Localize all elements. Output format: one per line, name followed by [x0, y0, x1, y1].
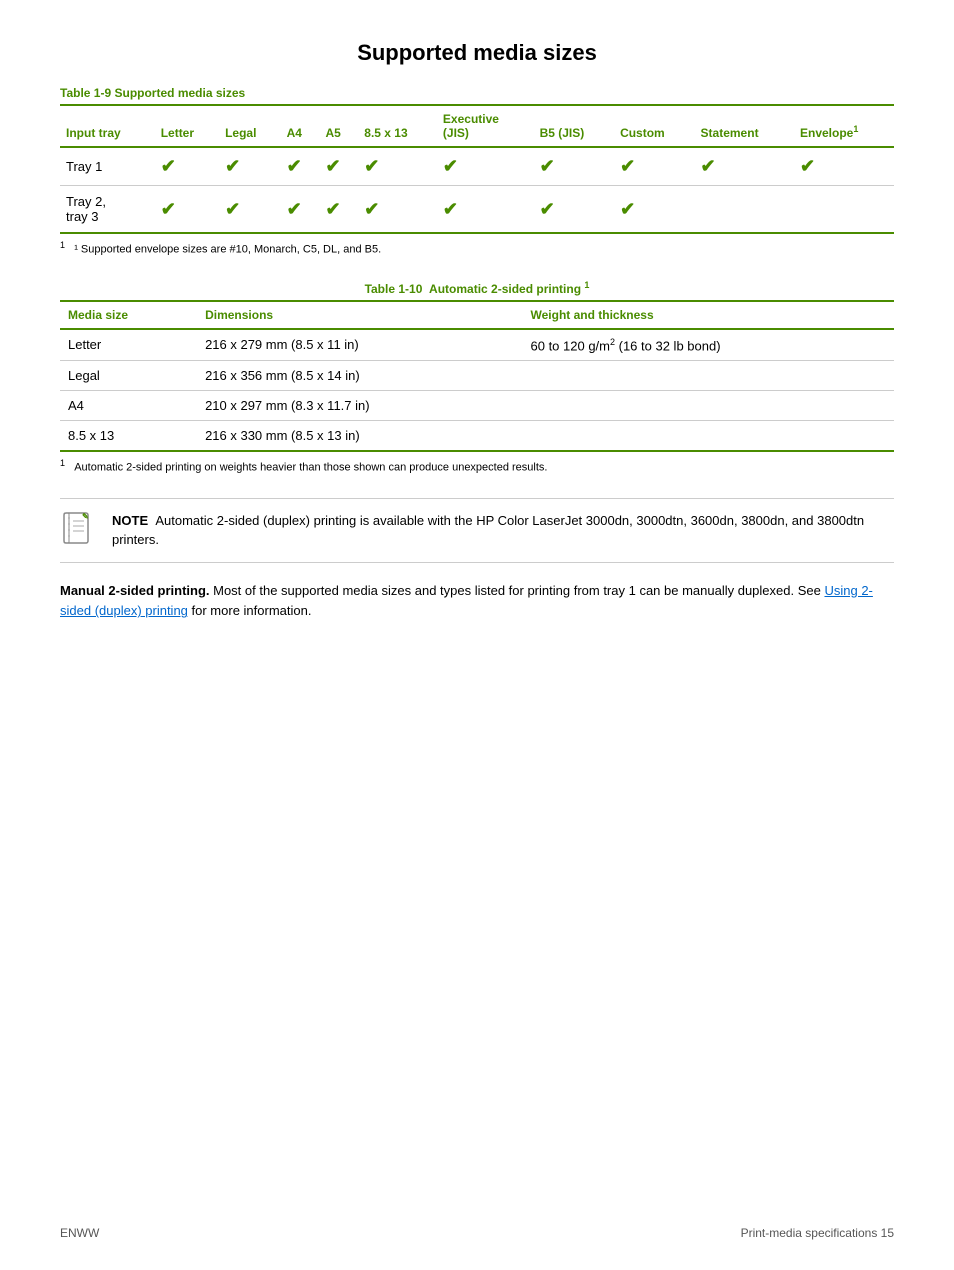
table19: Input tray Letter Legal A4 A5 8.5 x 13 E… — [60, 104, 894, 234]
dimensions: 216 x 356 mm (8.5 x 14 in) — [197, 360, 522, 390]
dimensions: 216 x 330 mm (8.5 x 13 in) — [197, 420, 522, 451]
media-name: A4 — [60, 390, 197, 420]
check-executive: ✔ — [437, 147, 534, 186]
manual-duplex-paragraph: Manual 2-sided printing. Most of the sup… — [60, 581, 894, 623]
media-name: 8.5 x 13 — [60, 420, 197, 451]
check-custom: ✔ — [614, 186, 694, 234]
col-a5: A5 — [319, 105, 358, 147]
table-row: Tray 2,tray 3 ✔ ✔ ✔ ✔ ✔ ✔ ✔ ✔ — [60, 186, 894, 234]
table110-footnote: 1 Automatic 2-sided printing on weights … — [60, 458, 894, 474]
col-executive: Executive(JIS) — [437, 105, 534, 147]
table110: Media size Dimensions Weight and thickne… — [60, 300, 894, 452]
dimensions: 216 x 279 mm (8.5 x 11 in) — [197, 329, 522, 361]
weight: 60 to 120 g/m2 (16 to 32 lb bond) — [523, 329, 895, 361]
note-label: NOTE — [112, 513, 148, 528]
weight — [523, 390, 895, 420]
svg-text:✎: ✎ — [82, 512, 89, 521]
check-a4: ✔ — [281, 147, 320, 186]
note-content: NOTE Automatic 2-sided (duplex) printing… — [112, 511, 894, 550]
page-title: Supported media sizes — [60, 40, 894, 66]
col-weight: Weight and thickness — [523, 301, 895, 329]
col-a4: A4 — [281, 105, 320, 147]
check-executive: ✔ — [437, 186, 534, 234]
table-row: Legal 216 x 356 mm (8.5 x 14 in) — [60, 360, 894, 390]
table110-caption: Table 1-10 Automatic 2-sided printing 1 — [60, 280, 894, 296]
note-icon: ✎ — [60, 511, 100, 550]
col-custom: Custom — [614, 105, 694, 147]
check-a5: ✔ — [319, 186, 358, 234]
table19-footnote: 1 ¹ Supported envelope sizes are #10, Mo… — [60, 240, 894, 256]
table-row: A4 210 x 297 mm (8.3 x 11.7 in) — [60, 390, 894, 420]
tray-name: Tray 2,tray 3 — [60, 186, 155, 234]
tray-name: Tray 1 — [60, 147, 155, 186]
check-statement: ✔ — [695, 147, 794, 186]
manual-duplex-bold: Manual 2-sided printing. — [60, 583, 210, 598]
col-legal: Legal — [219, 105, 281, 147]
page-footer: ENWW Print-media specifications 15 — [60, 1226, 894, 1240]
col-letter: Letter — [155, 105, 219, 147]
weight — [523, 420, 895, 451]
check-a5: ✔ — [319, 147, 358, 186]
note-svg-icon: ✎ — [60, 511, 96, 547]
col-dimensions: Dimensions — [197, 301, 522, 329]
check-b5jis: ✔ — [534, 186, 615, 234]
manual-duplex-text2: for more information. — [188, 603, 312, 618]
media-name: Legal — [60, 360, 197, 390]
check-legal: ✔ — [219, 147, 281, 186]
check-a4: ✔ — [281, 186, 320, 234]
col-statement: Statement — [695, 105, 794, 147]
footer-left: ENWW — [60, 1226, 99, 1240]
footer-right: Print-media specifications 15 — [741, 1226, 894, 1240]
check-8513: ✔ — [358, 186, 437, 234]
table19-caption: Table 1-9 Supported media sizes — [60, 86, 894, 100]
note-box: ✎ NOTE Automatic 2-sided (duplex) printi… — [60, 498, 894, 563]
check-statement — [695, 186, 794, 234]
col-input-tray: Input tray — [60, 105, 155, 147]
check-b5jis: ✔ — [534, 147, 615, 186]
table-row: Letter 216 x 279 mm (8.5 x 11 in) 60 to … — [60, 329, 894, 361]
note-body: Automatic 2-sided (duplex) printing is a… — [112, 513, 864, 548]
col-8513: 8.5 x 13 — [358, 105, 437, 147]
col-b5jis: B5 (JIS) — [534, 105, 615, 147]
dimensions: 210 x 297 mm (8.3 x 11.7 in) — [197, 390, 522, 420]
check-legal: ✔ — [219, 186, 281, 234]
check-letter: ✔ — [155, 147, 219, 186]
check-custom: ✔ — [614, 147, 694, 186]
table-row: 8.5 x 13 216 x 330 mm (8.5 x 13 in) — [60, 420, 894, 451]
media-name: Letter — [60, 329, 197, 361]
weight — [523, 360, 895, 390]
check-8513: ✔ — [358, 147, 437, 186]
table-row: Tray 1 ✔ ✔ ✔ ✔ ✔ ✔ ✔ ✔ ✔ ✔ — [60, 147, 894, 186]
check-envelope — [794, 186, 894, 234]
check-letter: ✔ — [155, 186, 219, 234]
col-envelope: Envelope1 — [794, 105, 894, 147]
manual-duplex-text1: Most of the supported media sizes and ty… — [210, 583, 825, 598]
check-envelope: ✔ — [794, 147, 894, 186]
col-media-size: Media size — [60, 301, 197, 329]
